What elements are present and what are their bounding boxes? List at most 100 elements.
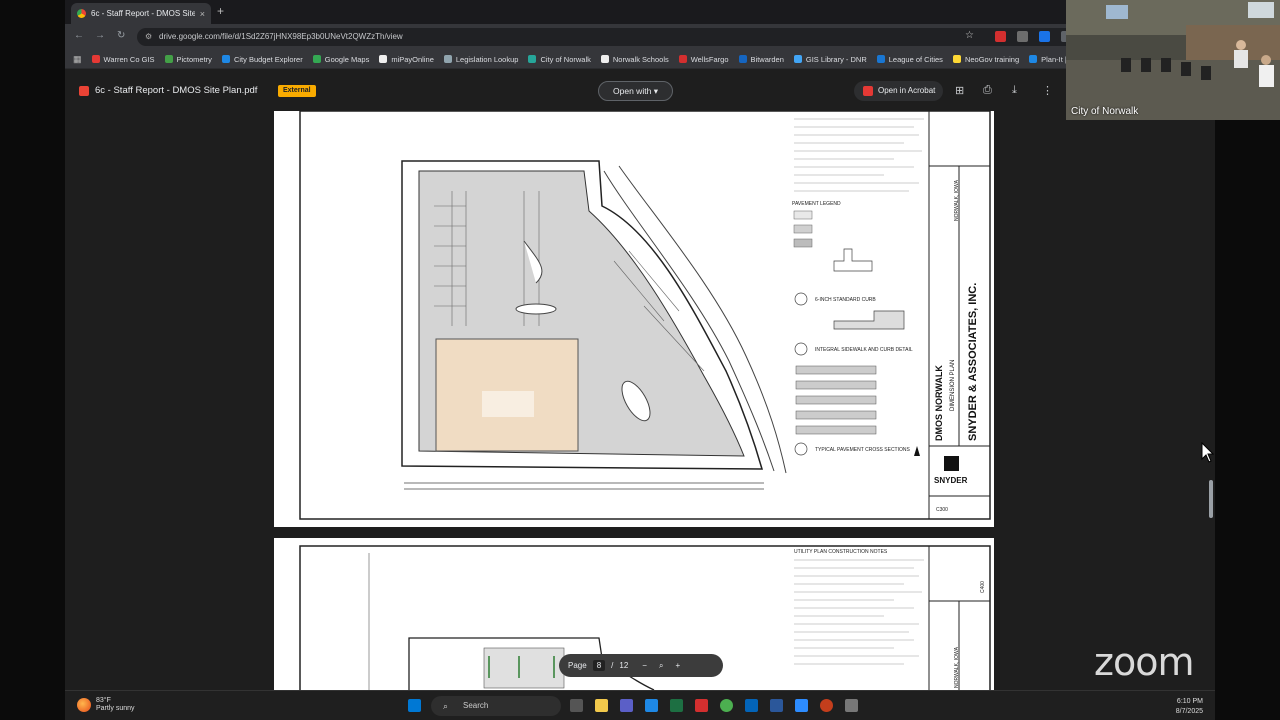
forward-icon[interactable]: → [95, 30, 105, 41]
snyder-logo-icon [944, 456, 959, 471]
pavement-legend-title: PAVEMENT LEGEND [792, 201, 841, 207]
back-icon[interactable]: ← [74, 30, 84, 41]
bookmark-item[interactable]: NeoGov training [952, 54, 1020, 64]
open-in-acrobat-button[interactable]: Open in Acrobat [854, 81, 943, 101]
tab-close-icon[interactable]: × [200, 9, 205, 19]
bookmark-item[interactable]: WellsFargo [678, 55, 729, 64]
open-with-label: Open with [613, 86, 652, 96]
new-tab-button[interactable]: + [217, 4, 224, 18]
search-label: Search [463, 701, 489, 710]
url-text: drive.google.com/file/d/1Sd2Z67jHNX98Ep3… [159, 32, 403, 41]
download-icon[interactable]: ⤓ [1012, 84, 1017, 97]
desktop: 6c - Staff Report - DMOS Site P × + ← → … [0, 0, 1280, 720]
teams-icon[interactable] [620, 699, 633, 712]
title-block-firm: SNYDER & ASSOCIATES, INC. [967, 283, 979, 441]
north-arrow-icon [914, 446, 920, 456]
page-separator: / [611, 661, 614, 670]
bookmark-label: League of Cities [888, 54, 943, 64]
detail-curb-title: 6-INCH STANDARD CURB [815, 297, 876, 303]
bookmark-favicon-icon [793, 55, 802, 63]
page-label: Page [568, 661, 587, 670]
title-block-project: DMOS NORWALK [934, 365, 944, 441]
scrollbar-thumb[interactable] [1209, 480, 1213, 518]
edge-icon[interactable] [645, 699, 658, 712]
bookmark-star-icon[interactable]: ☆ [965, 30, 974, 41]
temperature: 83°F [96, 697, 111, 704]
reload-icon[interactable]: ↻ [117, 30, 125, 41]
bookmark-item[interactable]: Warren Co GIS [91, 54, 155, 64]
bookmark-label: Warren Co GIS [103, 54, 155, 64]
tab-title: 6c - Staff Report - DMOS Site P [91, 9, 195, 18]
system-clock[interactable]: 6:10 PM 8/7/2025 [1176, 697, 1203, 717]
task-view-icon[interactable] [570, 699, 583, 712]
utility-notes-title: UTILITY PLAN CONSTRUCTION NOTES [794, 549, 888, 555]
title-block-city: NORWALK, IOWA [954, 179, 960, 221]
bookmark-item[interactable]: City Budget Explorer [221, 55, 303, 64]
bookmark-item[interactable]: Norwalk Schools [600, 55, 669, 64]
windows-taskbar: 83°F Partly sunny ⌕ Search 6:10 PM 8/7/20… [65, 690, 1215, 720]
bookmark-item[interactable]: League of Cities [876, 54, 943, 64]
bookmark-favicon-icon [678, 55, 687, 63]
bookmark-item[interactable]: GIS Library - DNR [793, 54, 867, 64]
start-windows-icon[interactable] [408, 699, 421, 712]
chrome-window: 6c - Staff Report - DMOS Site P × + ← → … [65, 0, 1215, 690]
bookmark-label: GIS Library - DNR [805, 54, 867, 64]
zoom-in-icon[interactable]: + [675, 661, 680, 670]
title-block-city: NORWALK, IOWA [954, 646, 960, 688]
powerpoint-icon[interactable] [820, 699, 833, 712]
participant-video[interactable]: City of Norwalk [1066, 0, 1280, 120]
acrobat-icon[interactable] [695, 699, 708, 712]
add-comment-icon[interactable]: ⊞ [955, 84, 964, 97]
bookmark-favicon-icon [379, 55, 388, 63]
bookmark-label: NeoGov training [964, 54, 1020, 64]
tab-strip: 6c - Staff Report - DMOS Site P × + [65, 0, 1215, 24]
bookmark-favicon-icon [738, 55, 747, 63]
weather-widget[interactable]: 83°F Partly sunny [77, 697, 135, 713]
wall-screen-icon [1106, 5, 1128, 19]
bookmark-item[interactable]: Bitwarden [738, 54, 784, 64]
app-icon[interactable] [845, 699, 858, 712]
drive-pdf-viewer: 6c - Staff Report - DMOS Site Plan.pdf E… [65, 69, 1215, 690]
taskbar-search[interactable]: ⌕ Search [431, 696, 561, 716]
outlook-icon[interactable] [745, 699, 758, 712]
extension-icon[interactable] [1017, 31, 1028, 42]
pdf-page-dimension-plan: PAVEMENT LEGEND 6-INCH STANDARD CURB INT… [274, 111, 994, 527]
bookmark-favicon-icon [312, 55, 321, 63]
zoom-app-icon[interactable] [795, 699, 808, 712]
mouse-cursor-icon [1201, 442, 1215, 463]
site-info-icon[interactable]: ⚙ [145, 28, 152, 46]
bookmark-item[interactable]: Legislation Lookup [443, 55, 518, 64]
tab-staff-report[interactable]: 6c - Staff Report - DMOS Site P × [71, 3, 211, 24]
bookmark-label: miPayOnline [391, 54, 434, 64]
apps-grid-icon[interactable]: ▦ [73, 54, 82, 65]
clock-time: 6:10 PM [1176, 698, 1203, 705]
detail-sidewalk-title: INTEGRAL SIDEWALK AND CURB DETAIL [815, 347, 913, 353]
page-number-input[interactable]: 8 [592, 660, 606, 671]
page-navigation: Page 8 / 12 − ⌕ + [559, 654, 723, 677]
weather-condition: Partly sunny [96, 705, 135, 712]
bookmark-item[interactable]: miPayOnline [379, 55, 434, 64]
bookmark-item[interactable]: Google Maps [312, 55, 369, 64]
open-with-button[interactable]: Open with ▾ [598, 81, 673, 101]
weather-icon [77, 698, 91, 712]
chrome-icon[interactable] [720, 699, 733, 712]
bookmark-item[interactable]: City of Norwalk [528, 55, 591, 64]
acrobat-extension-icon[interactable] [995, 31, 1006, 42]
bookmark-label: Bitwarden [750, 54, 784, 64]
print-icon[interactable]: ⎙ [983, 84, 992, 97]
zoom-watermark-logo: zoom [1094, 640, 1194, 684]
file-explorer-icon[interactable] [595, 699, 608, 712]
excel-icon[interactable] [670, 699, 683, 712]
search-icon: ⌕ [443, 701, 449, 711]
zoom-extension-icon[interactable] [1039, 31, 1050, 42]
zoom-out-icon[interactable]: − [642, 661, 647, 670]
more-options-icon[interactable]: ⋮ [1042, 84, 1053, 97]
word-icon[interactable] [770, 699, 783, 712]
bookmark-item[interactable]: Pictometry [164, 55, 212, 64]
address-bar[interactable]: ⚙ drive.google.com/file/d/1Sd2Z67jHNX98E… [137, 28, 1087, 46]
pdf-file-icon [79, 86, 89, 96]
detail-cross-section-title: TYPICAL PAVEMENT CROSS SECTIONS [815, 447, 910, 453]
bookmarks-bar: ▦ Warren Co GIS Pictometry City Budget E… [65, 50, 1215, 69]
zoom-search-icon[interactable]: ⌕ [659, 661, 663, 671]
site-plan-drawing: PAVEMENT LEGEND 6-INCH STANDARD CURB INT… [299, 111, 991, 520]
